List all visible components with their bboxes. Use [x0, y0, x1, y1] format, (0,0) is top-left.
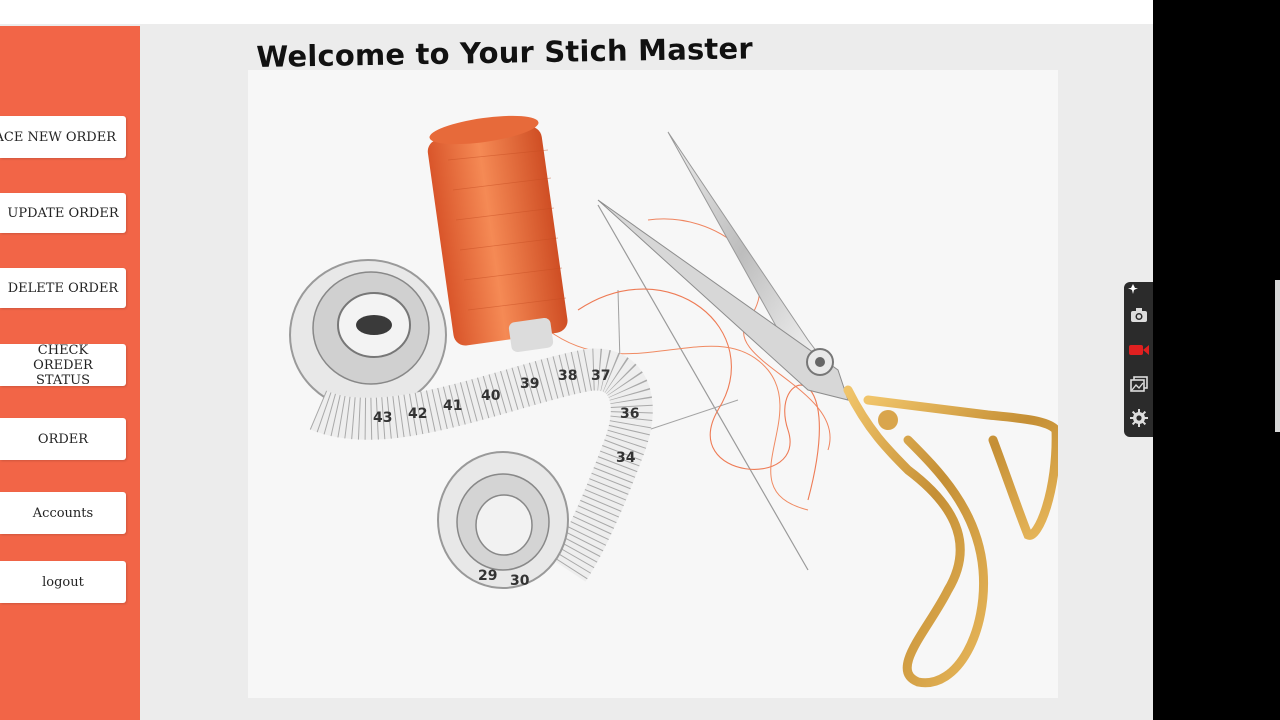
- video-record-icon[interactable]: [1128, 339, 1150, 361]
- accounts-button[interactable]: Accounts: [0, 492, 126, 534]
- scissors-icon: [597, 131, 1058, 688]
- check-order-status-label: CHECK OREDER STATUS: [33, 344, 93, 386]
- delete-order-button[interactable]: DELETE ORDER: [0, 268, 126, 308]
- tape-number: 40: [481, 388, 501, 404]
- accounts-label: Accounts: [32, 505, 94, 521]
- tape-number: 38: [558, 368, 577, 384]
- check-order-status-button[interactable]: CHECK OREDER STATUS: [0, 344, 126, 386]
- tape-number: 30: [510, 573, 530, 589]
- app-window: PLACE NEW ORDER UPDATE ORDER DELETE ORDE…: [0, 0, 1153, 720]
- tape-number: 36: [620, 406, 639, 422]
- delete-order-label: DELETE ORDER: [7, 280, 119, 296]
- pin-icon[interactable]: [1126, 282, 1140, 296]
- tape-number: 42: [408, 406, 427, 422]
- tape-number: 34: [616, 450, 636, 466]
- update-order-button[interactable]: UPDATE ORDER: [0, 193, 126, 233]
- settings-gear-icon[interactable]: [1128, 407, 1150, 429]
- logout-label: logout: [42, 574, 84, 590]
- sidebar: PLACE NEW ORDER UPDATE ORDER DELETE ORDE…: [0, 26, 140, 720]
- sewing-supplies-image: 29 30 34 36 37 38 39 40 41 42 43: [289, 115, 1058, 688]
- gallery-icon[interactable]: [1128, 373, 1150, 395]
- place-new-order-button[interactable]: PLACE NEW ORDER: [0, 116, 126, 158]
- logout-button[interactable]: logout: [0, 561, 126, 603]
- order-button[interactable]: ORDER: [0, 418, 126, 460]
- window-top-bar: [0, 0, 1153, 24]
- tape-number: 43: [373, 410, 392, 426]
- tape-number: 41: [443, 398, 462, 414]
- thread-spool-icon: [427, 115, 568, 353]
- tape-number: 37: [591, 368, 610, 384]
- tape-number: 39: [520, 376, 539, 392]
- page-title: Welcome to Your Stich Master: [256, 31, 754, 74]
- camera-icon[interactable]: [1128, 304, 1150, 326]
- tape-number: 29: [478, 568, 497, 584]
- screen-recorder-toolbar: [1124, 282, 1153, 437]
- order-label: ORDER: [37, 431, 89, 447]
- place-new-order-label: PLACE NEW ORDER: [0, 129, 116, 145]
- hero-image: 29 30 34 36 37 38 39 40 41 42 43: [248, 70, 1058, 698]
- screen-edge-strip: [1275, 280, 1280, 432]
- update-order-label: UPDATE ORDER: [7, 205, 119, 221]
